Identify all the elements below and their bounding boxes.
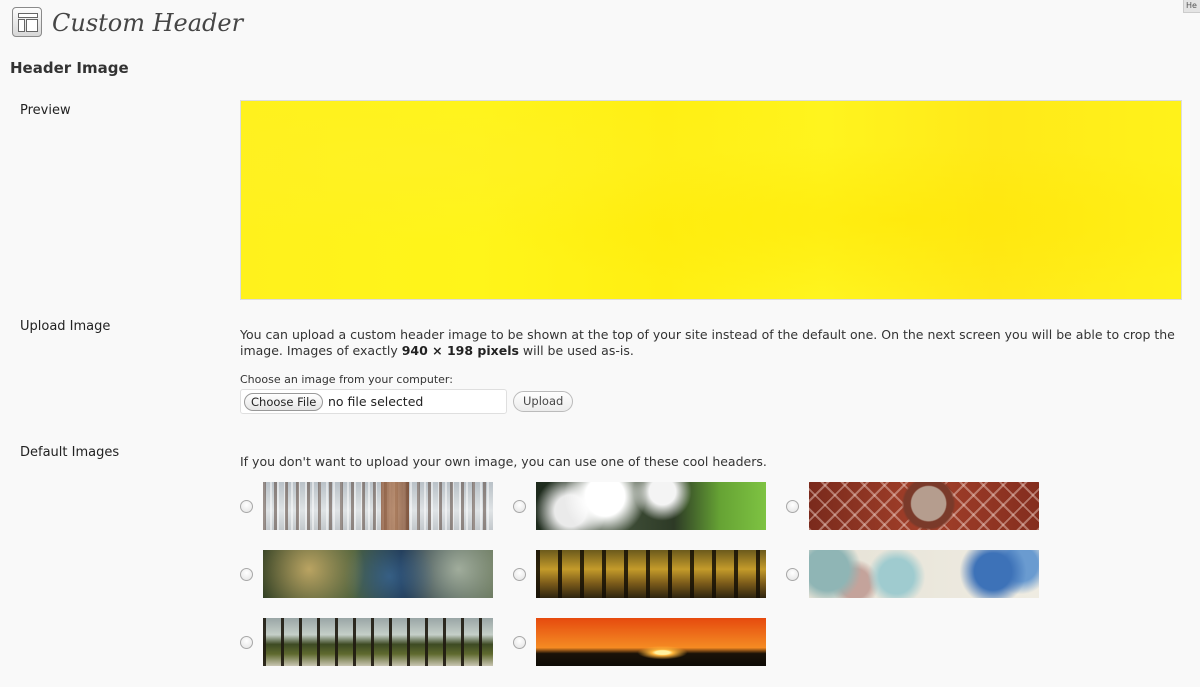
help-tab[interactable]: He bbox=[1183, 0, 1200, 13]
radio-snowy-forest[interactable] bbox=[240, 500, 253, 513]
radio-forest-sunlight[interactable] bbox=[513, 568, 526, 581]
appearance-header-icon bbox=[12, 7, 42, 37]
default-images-label: Default Images bbox=[20, 445, 120, 460]
thumb-snowy-forest[interactable] bbox=[263, 482, 493, 530]
file-status-text: no file selected bbox=[328, 394, 424, 409]
upload-description: You can upload a custom header image to … bbox=[240, 327, 1175, 358]
header-preview-image bbox=[240, 100, 1182, 300]
thumb-watercolor-wordpress[interactable] bbox=[809, 550, 1039, 598]
thumb-fern[interactable] bbox=[263, 550, 493, 598]
radio-red-pattern[interactable] bbox=[786, 500, 799, 513]
radio-sunset[interactable] bbox=[513, 636, 526, 649]
thumb-red-pattern[interactable] bbox=[809, 482, 1039, 530]
file-input[interactable]: Choose File no file selected bbox=[240, 389, 507, 414]
upload-image-label: Upload Image bbox=[20, 319, 111, 334]
upload-button[interactable]: Upload bbox=[513, 391, 574, 412]
thumb-cherry-blossom[interactable] bbox=[536, 482, 766, 530]
radio-watercolor-wordpress[interactable] bbox=[786, 568, 799, 581]
default-images-description: If you don't want to upload your own ima… bbox=[240, 454, 767, 469]
choose-file-label: Choose an image from your computer: bbox=[240, 373, 453, 386]
page-title: Custom Header bbox=[52, 9, 244, 37]
radio-cherry-blossom[interactable] bbox=[513, 500, 526, 513]
radio-tree-avenue[interactable] bbox=[240, 636, 253, 649]
dimensions-text: 940 × 198 pixels bbox=[401, 343, 519, 358]
thumb-tree-avenue[interactable] bbox=[263, 618, 493, 666]
radio-fern[interactable] bbox=[240, 568, 253, 581]
choose-file-button[interactable]: Choose File bbox=[244, 393, 324, 411]
thumb-forest-sunlight[interactable] bbox=[536, 550, 766, 598]
section-title: Header Image bbox=[10, 59, 129, 77]
thumb-sunset[interactable] bbox=[536, 618, 766, 666]
preview-label: Preview bbox=[20, 103, 71, 118]
